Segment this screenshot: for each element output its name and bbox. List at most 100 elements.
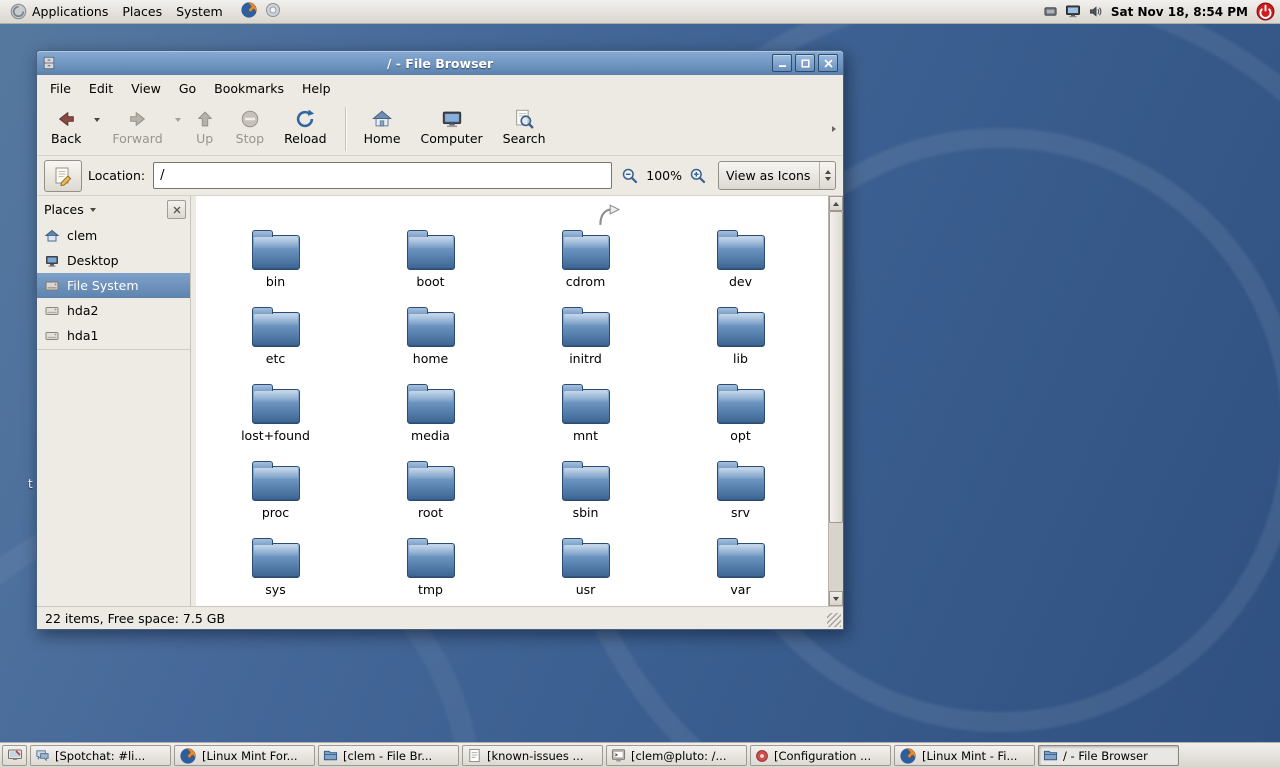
folder-icon xyxy=(252,459,300,501)
folder-icon xyxy=(252,305,300,347)
folder-srv[interactable]: srv xyxy=(663,459,818,536)
folder-icon xyxy=(717,228,765,270)
folder-boot[interactable]: boot xyxy=(353,228,508,305)
folder-icon xyxy=(717,459,765,501)
task-chat-icon xyxy=(35,748,50,763)
panel-menu-system[interactable]: System xyxy=(169,0,230,23)
scrollbar-track[interactable] xyxy=(829,211,843,591)
menu-edit[interactable]: Edit xyxy=(80,77,122,100)
clock-applet[interactable]: Sat Nov 18, 8:54 PM xyxy=(1111,5,1248,19)
logout-button[interactable] xyxy=(1256,2,1275,21)
folder-icon xyxy=(562,382,610,424)
menu-bookmarks[interactable]: Bookmarks xyxy=(205,77,293,100)
folder-icon xyxy=(562,459,610,501)
toolbar-overflow-icon[interactable] xyxy=(829,126,839,132)
show-desktop-button[interactable] xyxy=(2,745,27,766)
reload-icon xyxy=(294,108,316,130)
task-known-issues[interactable]: [known-issues ... xyxy=(462,745,603,766)
vertical-scrollbar[interactable] xyxy=(828,196,843,606)
location-toggle-button[interactable] xyxy=(44,160,82,192)
folder-tmp[interactable]: tmp xyxy=(353,536,508,606)
menu-help[interactable]: Help xyxy=(293,77,340,100)
task-linux-mint-for[interactable]: [Linux Mint For... xyxy=(174,745,315,766)
place-clem[interactable]: clem xyxy=(37,223,190,248)
sidebar-close-button[interactable] xyxy=(167,200,186,219)
firefox-launcher-button[interactable] xyxy=(240,1,258,22)
folder-var[interactable]: var xyxy=(663,536,818,606)
view-mode-spinner[interactable] xyxy=(819,162,835,189)
folder-lib[interactable]: lib xyxy=(663,305,818,382)
place-hda1[interactable]: hda1 xyxy=(37,323,190,348)
device-applet[interactable] xyxy=(1043,4,1058,19)
folder-lost-found[interactable]: lost+found xyxy=(198,382,353,459)
window-menu-icon[interactable] xyxy=(42,56,56,70)
folder-usr[interactable]: usr xyxy=(508,536,663,606)
menu-go[interactable]: Go xyxy=(170,77,205,100)
folder-mnt[interactable]: mnt xyxy=(508,382,663,459)
search-button[interactable]: Search xyxy=(493,105,556,147)
task-label: [Spotchat: #li... xyxy=(55,749,145,763)
panel-menu-places[interactable]: Places xyxy=(115,0,169,23)
zoom-level: 100% xyxy=(646,168,682,183)
location-input[interactable] xyxy=(153,162,612,189)
panel-right: Sat Nov 18, 8:54 PM xyxy=(1043,2,1277,21)
view-mode-select[interactable]: View as Icons xyxy=(718,161,836,190)
scrollbar-thumb[interactable] xyxy=(829,211,843,523)
place-file-system[interactable]: File System xyxy=(37,273,190,298)
scroll-up-button[interactable] xyxy=(829,196,843,211)
folder-proc[interactable]: proc xyxy=(198,459,353,536)
folder-name: cdrom xyxy=(566,274,606,289)
display-applet[interactable] xyxy=(1065,4,1081,19)
menu-file[interactable]: File xyxy=(41,77,80,100)
folder-etc[interactable]: etc xyxy=(198,305,353,382)
distro-logo-icon xyxy=(10,3,27,20)
task-linux-mint-fi[interactable]: [Linux Mint - Fi... xyxy=(894,745,1035,766)
help-launcher-button[interactable] xyxy=(265,2,281,21)
folder-name: boot xyxy=(416,274,444,289)
back-history-dropdown[interactable] xyxy=(91,105,102,122)
back-icon xyxy=(55,108,77,130)
back-button[interactable]: Back xyxy=(41,105,91,147)
folder-name: usr xyxy=(576,582,596,597)
folder-media[interactable]: media xyxy=(353,382,508,459)
folder-bin[interactable]: bin xyxy=(198,228,353,305)
place-hda2[interactable]: hda2 xyxy=(37,298,190,323)
folder-icon xyxy=(717,536,765,578)
folder-home[interactable]: home xyxy=(353,305,508,382)
zoom-out-button[interactable] xyxy=(620,167,640,185)
volume-applet[interactable] xyxy=(1088,4,1103,19)
place-desktop[interactable]: Desktop xyxy=(37,248,190,273)
task-clem-pluto[interactable]: [clem@pluto: /... xyxy=(606,745,747,766)
folder-name: home xyxy=(413,351,448,366)
folder-dev[interactable]: dev xyxy=(663,228,818,305)
places-menu-button[interactable]: Places xyxy=(44,202,162,217)
close-button[interactable] xyxy=(818,54,838,72)
resize-grip[interactable] xyxy=(827,613,841,627)
folder-sbin[interactable]: sbin xyxy=(508,459,663,536)
task-file-browser[interactable]: / - File Browser xyxy=(1038,745,1179,766)
folder-cdrom[interactable]: cdrom xyxy=(508,228,663,305)
menu-view[interactable]: View xyxy=(122,77,170,100)
home-button[interactable]: Home xyxy=(354,105,411,147)
zoom-in-button[interactable] xyxy=(688,167,708,185)
folder-root[interactable]: root xyxy=(353,459,508,536)
folder-sys[interactable]: sys xyxy=(198,536,353,606)
maximize-button[interactable] xyxy=(795,54,815,72)
minimize-button[interactable] xyxy=(772,54,792,72)
panel-menu-applications[interactable]: Applications xyxy=(3,0,115,23)
close-icon xyxy=(824,59,833,68)
scroll-down-button[interactable] xyxy=(829,591,843,606)
folder-opt[interactable]: opt xyxy=(663,382,818,459)
file-grid: bin boot cdrom dev etc home initrdlib lost+foun… xyxy=(196,196,828,606)
titlebar[interactable]: / - File Browser xyxy=(37,51,843,75)
folder-name: media xyxy=(411,428,450,443)
forward-icon xyxy=(127,108,149,130)
maximize-icon xyxy=(801,59,810,68)
location-bar: Location: 100% View as Icons xyxy=(37,156,843,196)
reload-button[interactable]: Reload xyxy=(274,105,337,147)
task-configuration[interactable]: [Configuration ... xyxy=(750,745,891,766)
task-clem-file-br[interactable]: [clem - File Br... xyxy=(318,745,459,766)
computer-button[interactable]: Computer xyxy=(411,105,493,147)
task-spotchat-li[interactable]: [Spotchat: #li... xyxy=(30,745,171,766)
folder-initrd[interactable]: initrd xyxy=(508,305,663,382)
